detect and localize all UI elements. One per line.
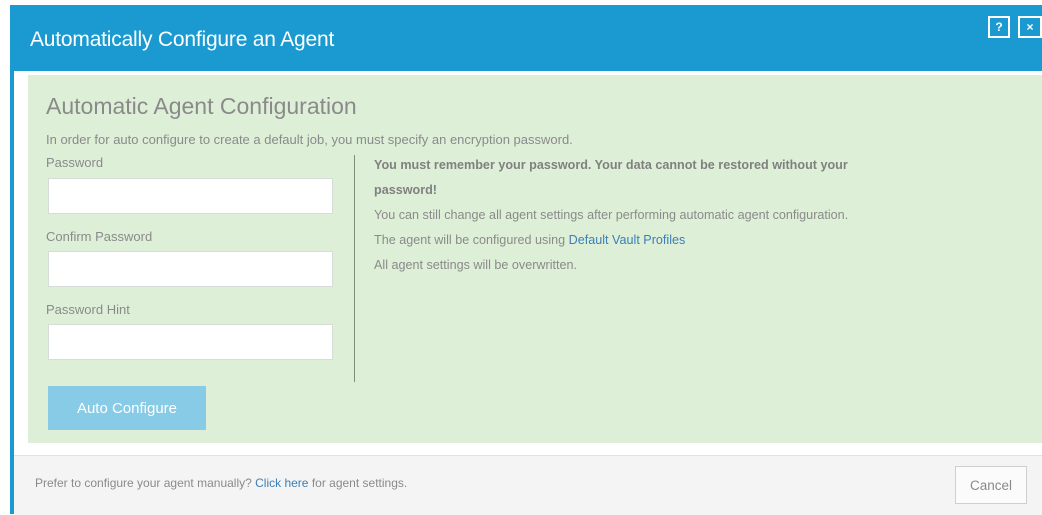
help-icon: ? bbox=[995, 20, 1003, 34]
dialog-left-border bbox=[10, 71, 14, 514]
default-vault-profiles-link[interactable]: Default Vault Profiles bbox=[569, 233, 686, 247]
cancel-button[interactable]: Cancel bbox=[955, 466, 1027, 504]
profile-note-prefix: The agent will be configured using bbox=[374, 233, 569, 247]
click-here-link[interactable]: Click here bbox=[255, 476, 308, 490]
profile-note: The agent will be configured using Defau… bbox=[374, 233, 685, 247]
password-hint-label: Password Hint bbox=[46, 302, 130, 317]
panel-subtitle: In order for auto configure to create a … bbox=[46, 132, 573, 147]
warning-text-line2: password! bbox=[374, 183, 437, 197]
footer-suffix: for agent settings. bbox=[308, 476, 408, 490]
auto-configure-dialog: Automatically Configure an Agent ? × Aut… bbox=[10, 5, 1042, 515]
footer-prefix: Prefer to configure your agent manually? bbox=[35, 476, 256, 490]
configuration-panel: Automatic Agent Configuration In order f… bbox=[28, 75, 1042, 443]
confirm-password-field[interactable] bbox=[48, 251, 333, 287]
panel-heading: Automatic Agent Configuration bbox=[46, 93, 357, 119]
password-hint-field[interactable] bbox=[48, 324, 333, 360]
close-icon: × bbox=[1026, 20, 1034, 34]
dialog-title: Automatically Configure an Agent bbox=[30, 28, 335, 51]
dialog-titlebar: Automatically Configure an Agent ? × bbox=[10, 5, 1042, 71]
panel-divider bbox=[354, 155, 355, 382]
overwrite-note: All agent settings will be overwritten. bbox=[374, 258, 577, 272]
password-field[interactable] bbox=[48, 178, 333, 214]
auto-configure-button[interactable]: Auto Configure bbox=[48, 386, 206, 430]
dialog-footer: Prefer to configure your agent manually?… bbox=[14, 455, 1042, 515]
confirm-password-label: Confirm Password bbox=[46, 229, 153, 244]
manual-config-text: Prefer to configure your agent manually?… bbox=[35, 476, 407, 490]
warning-text-line1: You must remember your password. Your da… bbox=[374, 158, 848, 172]
change-settings-note: You can still change all agent settings … bbox=[374, 208, 849, 222]
help-button[interactable]: ? bbox=[988, 16, 1010, 38]
close-button[interactable]: × bbox=[1018, 16, 1042, 38]
password-label: Password bbox=[46, 155, 104, 170]
